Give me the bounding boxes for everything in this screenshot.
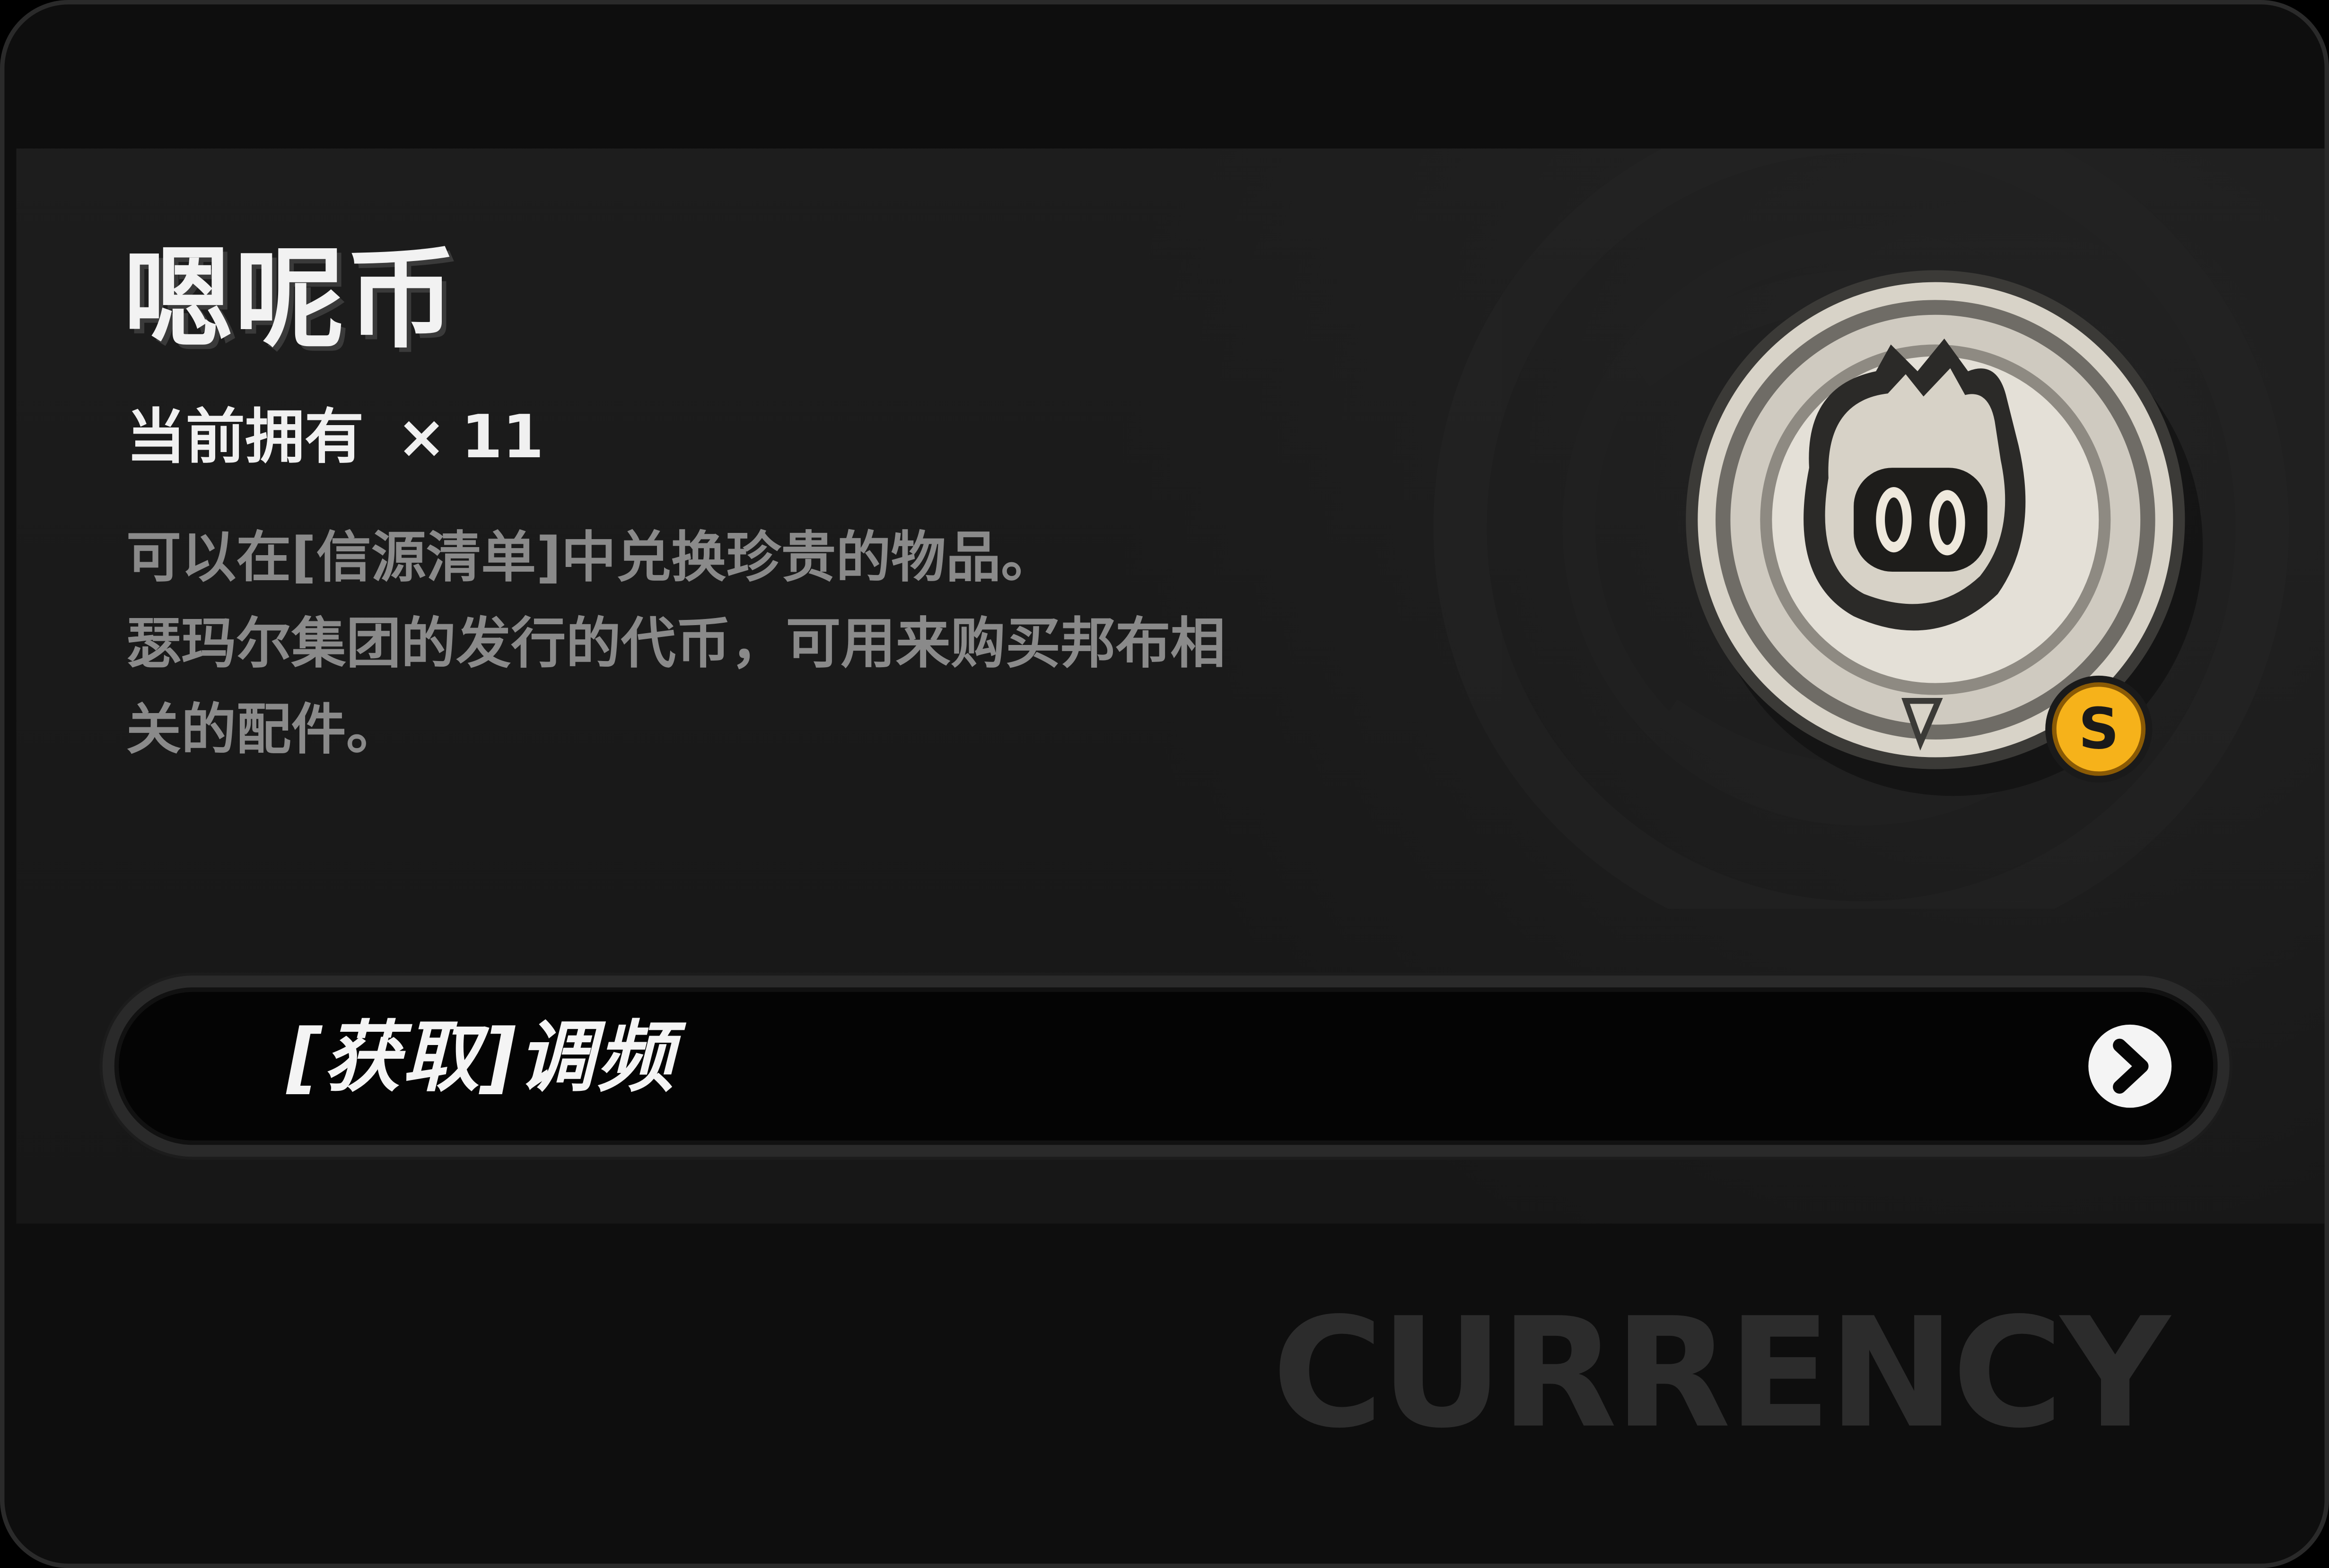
- item-description: 可以在[信源清单]中兑换珍贵的物品。 瑟玛尔集团的发行的代币，可用来购买邦布相 …: [126, 515, 1448, 774]
- s-rank-badge-icon: S: [2042, 673, 2155, 786]
- description-line: 关的配件。: [126, 697, 401, 762]
- owned-count-row: 当前拥有 × 11: [126, 409, 544, 468]
- owned-label: 当前拥有: [126, 404, 364, 472]
- item-detail-card: 嗯呢币 当前拥有 × 11 可以在[信源清单]中兑换珍贵的物品。 瑟玛尔集团的发行的…: [0, 0, 2329, 1568]
- description-line: 可以在[信源清单]中兑换珍贵的物品。: [126, 525, 1056, 590]
- times-symbol: ×: [396, 404, 447, 472]
- category-watermark: CURRENCY: [1272, 1286, 2170, 1463]
- badge-letter: S: [2078, 697, 2119, 762]
- chevron-right-icon: [2088, 1024, 2172, 1108]
- acquire-signal-search-button[interactable]: [获取]调频: [102, 976, 2230, 1157]
- bangboo-coin-icon: [1416, 148, 2307, 909]
- owned-count: 11: [461, 404, 544, 472]
- description-line: 瑟玛尔集团的发行的代币，可用来购买邦布相: [126, 611, 1226, 676]
- item-title: 嗯呢币: [123, 236, 458, 364]
- acquire-label: [获取]调频: [287, 1014, 675, 1104]
